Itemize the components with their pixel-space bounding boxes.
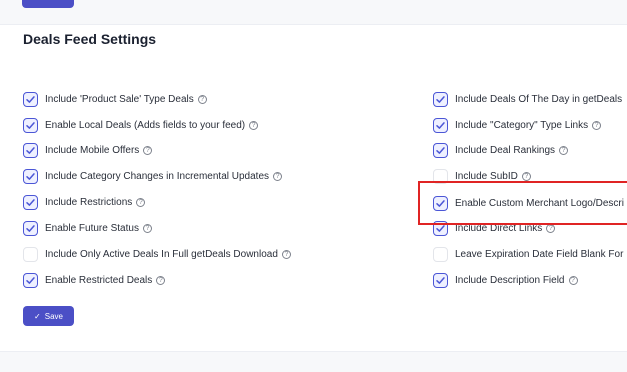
help-icon[interactable]: ?	[156, 275, 166, 285]
deals-feed-settings-card	[0, 24, 627, 352]
setting-label: Enable Future Status	[45, 222, 139, 234]
setting-label: Include Mobile Offers	[45, 144, 140, 156]
setting-label: Include Category Changes in Incremental …	[45, 170, 270, 182]
help-icon[interactable]: ?	[136, 197, 146, 207]
checkbox[interactable]	[23, 91, 38, 107]
checkbox[interactable]	[433, 246, 448, 262]
check-icon	[26, 121, 35, 129]
setting-category-type-links[interactable]: Include "Category" Type Links ?	[433, 115, 602, 135]
check-icon	[26, 198, 35, 206]
setting-label: Include Direct Links	[455, 222, 543, 234]
setting-deal-rankings[interactable]: Include Deal Rankings ?	[433, 140, 569, 160]
setting-label: Include Deals Of The Day in getDeals	[455, 93, 623, 105]
help-icon[interactable]: ?	[197, 94, 207, 104]
check-icon: ✓	[34, 311, 41, 321]
checkbox[interactable]	[433, 195, 448, 211]
setting-only-active-deals[interactable]: Include Only Active Deals In Full getDea…	[23, 244, 291, 264]
setting-label: Enable Restricted Deals	[45, 274, 153, 286]
help-icon[interactable]: ?	[142, 223, 152, 233]
check-icon	[436, 224, 445, 232]
checkbox[interactable]	[23, 194, 38, 210]
save-button-label: Save	[44, 311, 63, 321]
section-title: Deals Feed Settings	[23, 31, 157, 47]
check-icon	[436, 146, 445, 154]
check-icon	[26, 146, 35, 154]
checkbox[interactable]	[23, 246, 38, 262]
check-icon	[436, 95, 445, 103]
help-icon[interactable]: ?	[143, 145, 153, 155]
checkbox[interactable]	[23, 272, 38, 288]
setting-include-category-changes[interactable]: Include Category Changes in Incremental …	[23, 166, 283, 186]
setting-include-description-field[interactable]: Include Description Field ?	[433, 270, 578, 290]
setting-label: Include SubID	[455, 170, 518, 182]
checkbox[interactable]	[23, 168, 38, 184]
checkbox[interactable]	[433, 272, 448, 288]
help-icon[interactable]: ?	[568, 275, 578, 285]
check-icon	[436, 121, 445, 129]
setting-label: Include Description Field	[455, 274, 565, 286]
help-icon[interactable]: ?	[592, 120, 602, 130]
setting-include-restrictions[interactable]: Include Restrictions ?	[23, 192, 146, 212]
setting-include-mobile-offers[interactable]: Include Mobile Offers ?	[23, 140, 153, 160]
setting-label: Include Restrictions	[45, 196, 133, 208]
setting-custom-merchant-logo[interactable]: Enable Custom Merchant Logo/Descri	[433, 193, 624, 213]
save-button[interactable]: ✓ Save	[23, 306, 74, 326]
checkbox[interactable]	[433, 220, 448, 236]
setting-label: Leave Expiration Date Field Blank For	[455, 248, 624, 260]
setting-leave-expiration-blank[interactable]: Leave Expiration Date Field Blank For	[433, 244, 623, 264]
setting-label: Include Only Active Deals In Full getDea…	[45, 248, 278, 260]
help-icon[interactable]: ?	[546, 223, 556, 233]
setting-deals-of-the-day[interactable]: Include Deals Of The Day in getDeals	[433, 89, 622, 109]
check-icon	[26, 172, 35, 180]
check-icon	[26, 95, 35, 103]
checkbox[interactable]	[433, 91, 448, 107]
help-icon[interactable]: ?	[273, 171, 283, 181]
setting-enable-local-deals[interactable]: Enable Local Deals (Adds fields to your …	[23, 115, 259, 135]
setting-include-product-sale[interactable]: Include 'Product Sale' Type Deals ?	[23, 89, 207, 109]
setting-label: Include Deal Rankings	[455, 144, 556, 156]
setting-include-direct-links[interactable]: Include Direct Links ?	[433, 218, 556, 238]
previous-save-button[interactable]	[22, 0, 74, 8]
help-icon[interactable]: ?	[281, 249, 291, 259]
setting-label: Include "Category" Type Links	[455, 119, 589, 131]
help-icon[interactable]: ?	[521, 171, 531, 181]
checkbox[interactable]	[433, 142, 448, 158]
setting-enable-future-status[interactable]: Enable Future Status ?	[23, 218, 152, 238]
checkbox[interactable]	[23, 220, 38, 236]
help-icon[interactable]: ?	[249, 120, 259, 130]
check-icon	[26, 276, 35, 284]
setting-label: Include 'Product Sale' Type Deals	[45, 93, 194, 105]
setting-enable-restricted-deals[interactable]: Enable Restricted Deals ?	[23, 270, 166, 290]
checkbox[interactable]	[23, 142, 38, 158]
checkbox[interactable]	[23, 117, 38, 133]
setting-label: Enable Custom Merchant Logo/Descri	[455, 197, 624, 209]
check-icon	[26, 224, 35, 232]
setting-label: Enable Local Deals (Adds fields to your …	[45, 119, 246, 131]
help-icon[interactable]: ?	[559, 145, 569, 155]
check-icon	[436, 276, 445, 284]
setting-include-subid[interactable]: Include SubID ?	[433, 166, 531, 186]
checkbox[interactable]	[433, 117, 448, 133]
checkbox[interactable]	[433, 168, 448, 184]
check-icon	[436, 199, 445, 207]
